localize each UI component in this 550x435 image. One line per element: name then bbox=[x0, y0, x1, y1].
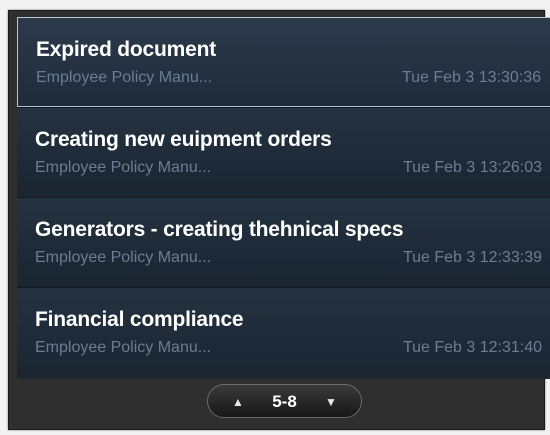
document-source: Employee Policy Manu... bbox=[35, 159, 212, 176]
document-list-item[interactable]: Creating new euipment orders Employee Po… bbox=[17, 107, 550, 197]
pagination-control: ▲ 5-8 ▼ bbox=[207, 384, 362, 418]
document-timestamp: Tue Feb 3 12:31:40 bbox=[402, 339, 542, 356]
document-title: Generators - creating thehnical specs bbox=[35, 218, 404, 241]
document-list[interactable]: Expired document Employee Policy Manu...… bbox=[17, 17, 550, 379]
document-title: Financial compliance bbox=[35, 308, 244, 331]
down-triangle-icon[interactable]: ▼ bbox=[321, 394, 341, 410]
document-list-panel: Expired document Employee Policy Manu...… bbox=[8, 10, 550, 430]
document-source: Employee Policy Manu... bbox=[36, 69, 213, 86]
document-timestamp: Tue Feb 3 13:26:03 bbox=[402, 159, 542, 176]
document-source: Employee Policy Manu... bbox=[35, 249, 212, 266]
document-list-item[interactable]: Generators - creating thehnical specs Em… bbox=[17, 197, 550, 287]
document-title: Creating new euipment orders bbox=[35, 128, 332, 151]
document-list-item[interactable]: Expired document Employee Policy Manu...… bbox=[17, 17, 550, 107]
document-timestamp: Tue Feb 3 13:30:36 bbox=[401, 69, 541, 86]
document-title: Expired document bbox=[36, 38, 216, 61]
document-list-item[interactable]: Financial compliance Employee Policy Man… bbox=[17, 287, 550, 377]
document-timestamp: Tue Feb 3 12:33:39 bbox=[402, 249, 542, 266]
document-source: Employee Policy Manu... bbox=[35, 339, 212, 356]
